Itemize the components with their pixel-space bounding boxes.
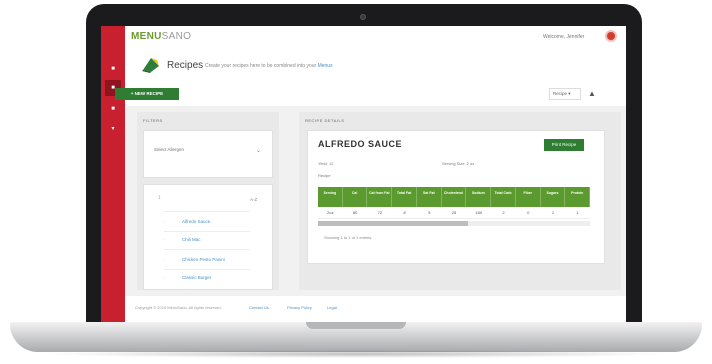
col-header[interactable]: Fiber	[516, 187, 541, 207]
recipe-sub-label: Recipe	[318, 173, 331, 178]
col-header[interactable]: Sat Fat	[417, 187, 442, 207]
col-header[interactable]: Serving	[318, 187, 343, 207]
camera-icon	[360, 14, 366, 20]
list-item[interactable]: Alfredo Sauce	[182, 219, 210, 224]
az-sort[interactable]: A-Z	[250, 197, 257, 202]
footer-link-contact[interactable]: Contact Us	[249, 305, 269, 310]
table-cell: 180	[475, 210, 483, 215]
print-recipe-button[interactable]: Print Recipe	[544, 139, 584, 151]
list-item[interactable]: Chili Mac	[182, 237, 201, 242]
print-icon[interactable]: ▲	[587, 89, 597, 99]
table-row: 2oz 80 72 8 5 25 180 2 0 1 1	[318, 207, 590, 219]
table-cell: 1	[576, 210, 579, 215]
table-cell: 8	[403, 210, 406, 215]
scroll-thumb[interactable]	[318, 221, 468, 226]
horizontal-scrollbar[interactable]	[318, 221, 590, 226]
menus-link[interactable]: Menus	[318, 63, 333, 69]
recipe-card: ALFREDO SAUCE Print Recipe Yield: 12 Ser…	[307, 130, 605, 264]
table-cell: 80	[352, 210, 358, 215]
divider	[164, 211, 250, 212]
bullet-icon: ·	[164, 257, 166, 263]
bullet-icon: ·	[164, 237, 166, 243]
col-header[interactable]: Cal from Fat	[367, 187, 393, 207]
filters-heading: FILTERS	[143, 118, 163, 123]
col-header[interactable]: Sugars	[541, 187, 566, 207]
divider	[164, 269, 250, 270]
list-item[interactable]: Chicken Pesto Panini	[182, 257, 225, 262]
col-header[interactable]: Protein	[565, 187, 591, 207]
nutrition-table: Serving Cal Cal from Fat Total Fat Sat F…	[318, 187, 591, 219]
col-header[interactable]: Cholesterol	[442, 187, 467, 207]
footer-link-legal[interactable]: Legal	[327, 305, 337, 310]
filters-panel: FILTERS Select Allergen ⌄ ↕ A-Z · Alfred…	[137, 112, 279, 290]
sidebar: ■ ■ ■ ▾	[101, 26, 125, 322]
user-name[interactable]: Welcome, Jennifer	[543, 34, 584, 40]
page-subtitle: Create your recipes here to be combined …	[205, 63, 333, 69]
col-header[interactable]: Total Carb	[491, 187, 516, 207]
menus-icon[interactable]: ■	[110, 106, 116, 112]
col-header[interactable]: Total Fat	[392, 187, 417, 207]
divider	[164, 231, 250, 232]
chevron-down-icon[interactable]: ⌄	[256, 147, 261, 154]
filter-card: Select Allergen ⌄	[143, 130, 273, 178]
table-cell: 1	[551, 210, 555, 215]
recipe-list-card: ↕ A-Z · Alfredo Sauce · Chili Mac · Chic…	[143, 184, 273, 290]
sort-icon[interactable]: ↕	[158, 195, 161, 201]
app-logo[interactable]: MENUSANO	[131, 31, 191, 42]
footer-link-privacy[interactable]: Privacy Policy	[287, 305, 312, 310]
table-cell: 0	[527, 210, 530, 215]
allergen-filter[interactable]: Select Allergen	[154, 147, 184, 152]
recipe-title: ALFREDO SAUCE	[318, 139, 403, 149]
laptop-notch	[306, 322, 406, 329]
dashboard-icon[interactable]: ■	[110, 66, 116, 72]
details-heading: RECIPE DETAILS	[305, 118, 345, 123]
bullet-icon: ·	[164, 275, 166, 281]
col-header[interactable]: Sodium	[466, 187, 492, 207]
settings-icon[interactable]: ▾	[110, 126, 116, 132]
table-cell: 5	[428, 210, 431, 215]
recipe-type-select[interactable]: Recipe ▾	[549, 88, 581, 100]
table-cell: 2	[502, 210, 505, 215]
topbar: MENUSANO Welcome, Jennifer	[125, 26, 626, 46]
table-info: Showing 1 to 1 of 1 entries	[324, 235, 372, 240]
content-area: FILTERS Select Allergen ⌄ ↕ A-Z · Alfred…	[125, 106, 626, 296]
recipe-details-panel: RECIPE DETAILS ALFREDO SAUCE Print Recip…	[299, 112, 621, 290]
list-item[interactable]: Classic Burger	[182, 275, 211, 280]
new-recipe-button[interactable]: + NEW RECIPE	[115, 88, 179, 100]
screen: ■ ■ ■ ▾ MENUSANO Welcome, Jennifer Recip…	[101, 26, 626, 322]
page-title: Recipes	[167, 60, 204, 71]
col-header[interactable]: Cal	[343, 187, 368, 207]
page-header: Recipes Create your recipes here to be c…	[125, 48, 626, 82]
footer: Copyright © 2015 MenuSano. All rights re…	[125, 296, 626, 322]
table-header-row: Serving Cal Cal from Fat Total Fat Sat F…	[318, 187, 591, 207]
laptop-frame: ■ ■ ■ ▾ MENUSANO Welcome, Jennifer Recip…	[0, 0, 712, 364]
laptop-shadow	[40, 350, 672, 358]
table-cell: 25	[451, 210, 457, 215]
copyright-text: Copyright © 2015 MenuSano. All rights re…	[135, 305, 222, 310]
avatar[interactable]	[605, 30, 617, 42]
serving-size-label: Serving Size: 2 oz	[442, 161, 475, 166]
bullet-icon: ·	[164, 219, 166, 225]
divider	[164, 249, 250, 250]
table-cell: 72	[377, 210, 383, 215]
table-cell: 2oz	[327, 210, 334, 215]
recipe-book-icon	[142, 58, 159, 73]
yield-label: Yield: 12	[318, 161, 334, 166]
